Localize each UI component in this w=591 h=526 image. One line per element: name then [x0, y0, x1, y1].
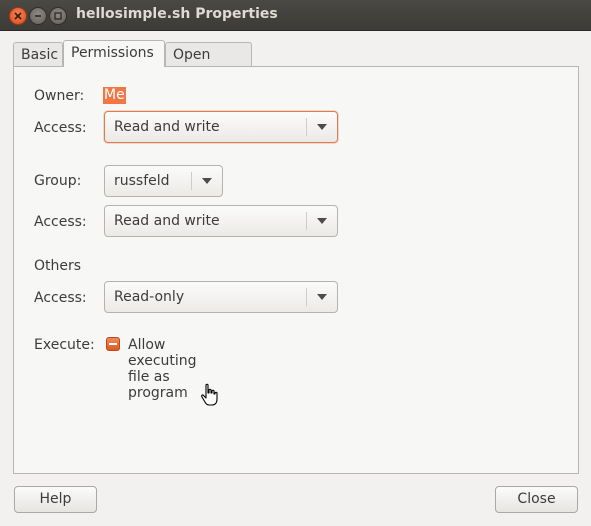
- execute-checkbox[interactable]: [106, 337, 120, 351]
- execute-label: Execute:: [34, 337, 95, 353]
- group-label: Group:: [34, 173, 82, 189]
- others-access-label: Access:: [34, 290, 87, 306]
- title-bar: hellosimple.sh Properties: [0, 0, 591, 31]
- tab-permissions[interactable]: Permissions: [63, 40, 165, 67]
- others-access-combo[interactable]: Read-only: [104, 281, 338, 313]
- owner-label: Owner:: [34, 88, 85, 104]
- minimize-window-button[interactable]: [29, 7, 47, 25]
- maximize-icon: [54, 12, 62, 20]
- owner-access-combo[interactable]: Read and write: [104, 111, 338, 143]
- mixed-state-icon: [109, 343, 117, 345]
- maximize-window-button[interactable]: [49, 7, 67, 25]
- minimize-icon: [35, 15, 41, 17]
- group-access-label: Access:: [34, 214, 87, 230]
- execute-checkbox-label[interactable]: Allow executing file as program: [128, 337, 197, 401]
- group-access-combo[interactable]: Read and write: [104, 205, 338, 237]
- chevron-down-icon: [317, 218, 327, 224]
- owner-access-label: Access:: [34, 120, 87, 136]
- tab-open-with[interactable]: Open With: [165, 42, 252, 88]
- window-title: hellosimple.sh Properties: [76, 6, 278, 22]
- hand-cursor-icon: [201, 383, 218, 406]
- others-label: Others: [34, 258, 82, 274]
- chevron-down-icon: [202, 178, 212, 184]
- combo-separator: [306, 118, 307, 136]
- combo-separator: [306, 288, 307, 306]
- tab-basic[interactable]: Basic: [13, 42, 63, 67]
- others-access-value: Read-only: [114, 289, 185, 305]
- help-button[interactable]: Help: [14, 486, 97, 513]
- owner-access-value: Read and write: [114, 119, 220, 135]
- combo-separator: [191, 172, 192, 190]
- chevron-down-icon: [317, 124, 327, 130]
- group-combo[interactable]: russfeld: [104, 165, 223, 197]
- chevron-down-icon: [317, 294, 327, 300]
- close-button[interactable]: Close: [495, 486, 578, 513]
- group-value: russfeld: [114, 173, 170, 189]
- close-icon: [14, 12, 22, 20]
- group-access-value: Read and write: [114, 213, 220, 229]
- combo-separator: [306, 212, 307, 230]
- close-window-button[interactable]: [9, 7, 27, 25]
- owner-value: Me: [103, 87, 126, 104]
